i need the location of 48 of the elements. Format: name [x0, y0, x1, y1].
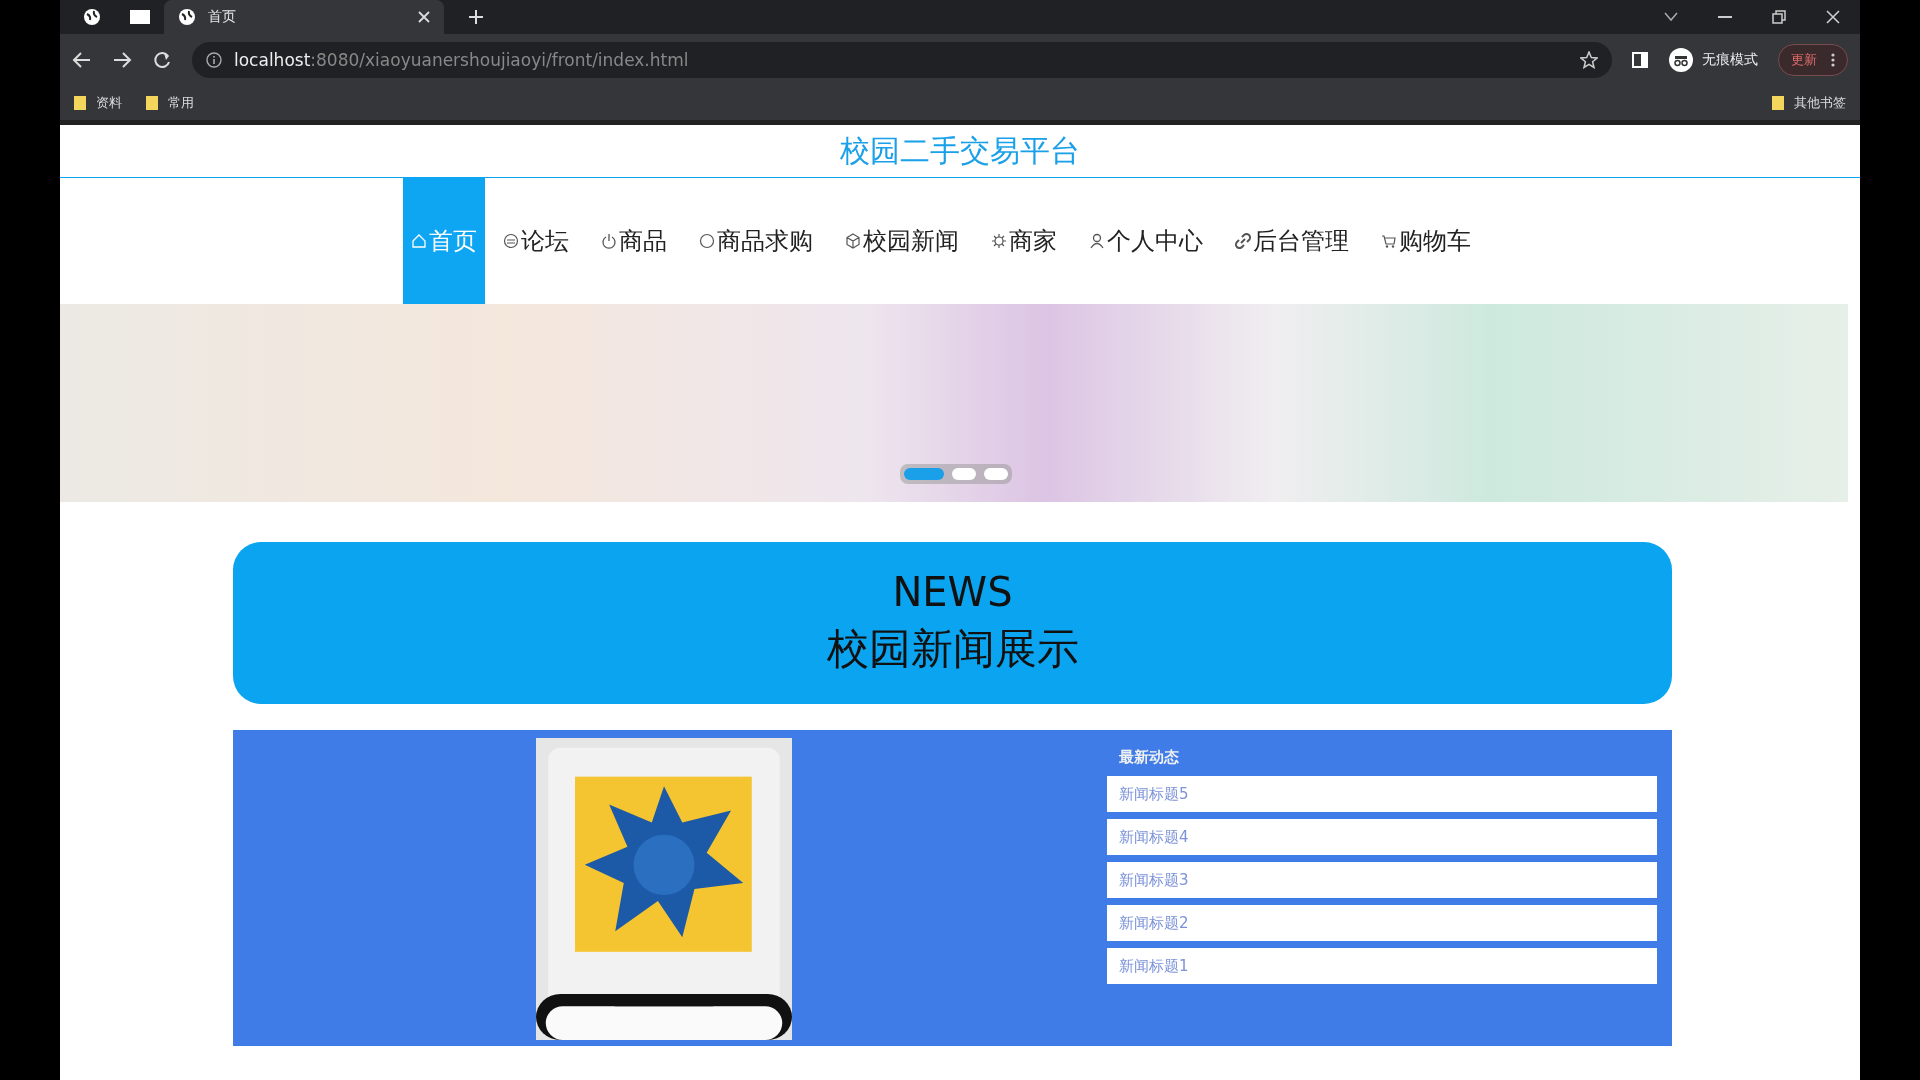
chevron-down-icon[interactable] — [1664, 12, 1678, 22]
side-panel-icon[interactable] — [1632, 52, 1648, 68]
new-tab-icon[interactable] — [468, 9, 484, 25]
nav-item[interactable]: 论坛 — [489, 178, 583, 304]
update-button[interactable]: 更新 — [1778, 44, 1848, 76]
link-icon — [1235, 233, 1251, 249]
forward-icon[interactable] — [112, 51, 132, 69]
news-subtitle: 校园新闻展示 — [826, 623, 1079, 675]
browser-tab[interactable]: 首页 — [164, 0, 444, 34]
folder-icon — [146, 96, 158, 110]
address-bar[interactable]: localhost:8080/xiaoyuanershoujiaoyi/front/index.html — [192, 42, 1612, 78]
folder-icon — [74, 96, 86, 110]
home-icon — [411, 233, 427, 249]
bookmark[interactable]: 资料 — [74, 94, 122, 112]
nav-item[interactable]: 后台管理 — [1221, 178, 1363, 304]
gear-icon — [991, 233, 1007, 249]
nav-item[interactable]: 个人中心 — [1075, 178, 1217, 304]
star-icon[interactable] — [1580, 51, 1598, 69]
nav-item[interactable]: 商品 — [587, 178, 681, 304]
info-icon — [206, 52, 222, 68]
globe-icon — [178, 8, 196, 26]
nav-item[interactable]: 商品求购 — [685, 178, 827, 304]
bookmark[interactable]: 常用 — [146, 94, 194, 112]
url-text: localhost:8080/xiaoyuanershoujiaoyi/front/index.html — [234, 50, 689, 70]
news-title: NEWS — [892, 569, 1013, 615]
reload-icon[interactable] — [152, 50, 172, 70]
circle-icon — [699, 233, 715, 249]
nav-item[interactable]: 购物车 — [1367, 178, 1485, 304]
list-title: 最新动态 — [1118, 748, 1180, 767]
back-icon[interactable] — [72, 51, 92, 69]
incognito-icon[interactable] — [1668, 47, 1694, 73]
window-icon — [129, 9, 151, 25]
cart-icon — [1381, 233, 1397, 249]
power-icon — [601, 233, 617, 249]
nav-item[interactable]: 校园新闻 — [831, 178, 973, 304]
site-title: 校园二手交易平台 — [60, 125, 1860, 178]
bookmark[interactable]: 其他书签 — [1772, 94, 1846, 112]
cube-icon — [845, 233, 861, 249]
close-icon[interactable] — [1826, 10, 1840, 24]
folder-icon — [1772, 96, 1784, 110]
more-icon — [1831, 53, 1835, 67]
forum-icon — [503, 233, 519, 249]
nav-item[interactable]: 商家 — [977, 178, 1071, 304]
profile-label: 无痕模式 — [1702, 51, 1758, 69]
restore-icon[interactable] — [1772, 10, 1786, 24]
person-icon — [1089, 233, 1105, 249]
globe-icon — [83, 8, 101, 26]
close-tab-icon[interactable] — [418, 11, 430, 23]
